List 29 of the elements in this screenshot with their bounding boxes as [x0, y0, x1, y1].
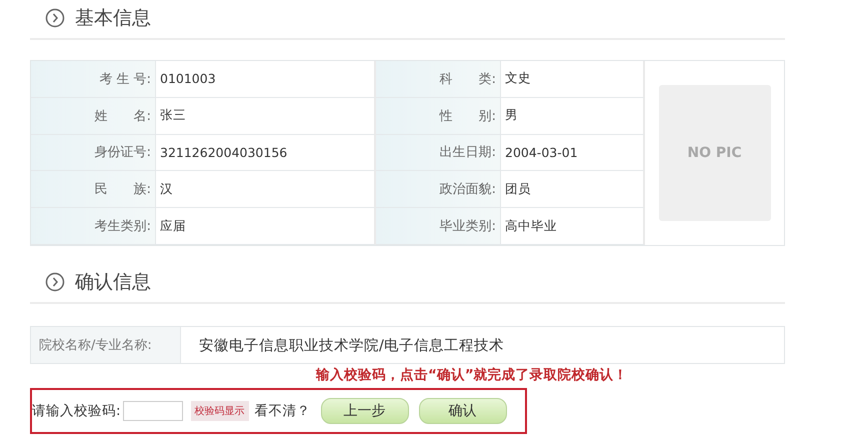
refresh-link[interactable]: 看不清？ — [254, 402, 311, 420]
captcha-image: 校验码显示 — [190, 401, 249, 421]
field-label: 考生类别: — [31, 208, 156, 245]
field-label: 毕业类别: — [376, 208, 501, 245]
field-value: 安徽电子信息职业技术学院/电子信息工程技术 — [198, 336, 504, 356]
field-label: 民 族: — [31, 171, 156, 208]
back-button[interactable]: 上一步 — [320, 398, 409, 424]
field-label: 身份证号: — [31, 134, 156, 172]
field-value: 2004-03-01 — [501, 134, 645, 172]
section-title: 确认信息 — [75, 270, 151, 295]
notice-text: 输入校验码，点击“确认”就完成了录取院校确认！ — [316, 366, 629, 384]
field-label: 姓 名: — [31, 98, 156, 135]
field-value: 高中毕业 — [501, 208, 645, 245]
section-title: 基本信息 — [75, 6, 151, 31]
field-value: 男 — [501, 98, 645, 135]
field-value: 文史 — [501, 61, 645, 98]
field-label: 政治面貌: — [376, 171, 501, 208]
captcha-label: 请输入校验码: — [32, 402, 121, 420]
chevron-circle-icon — [45, 272, 65, 292]
captcha-input[interactable] — [122, 401, 183, 421]
field-label: 出生日期: — [376, 134, 501, 172]
chevron-circle-icon — [45, 8, 65, 28]
field-value: 团员 — [501, 171, 645, 208]
no-photo-text: NO PIC — [687, 145, 742, 161]
confirm-button[interactable]: 确认 — [418, 398, 507, 424]
field-label: 考 生 号: — [31, 61, 156, 98]
field-label: 科 类: — [376, 61, 501, 98]
field-label: 性 别: — [376, 98, 501, 135]
field-label: 院校名称/专业名称: — [31, 327, 181, 363]
